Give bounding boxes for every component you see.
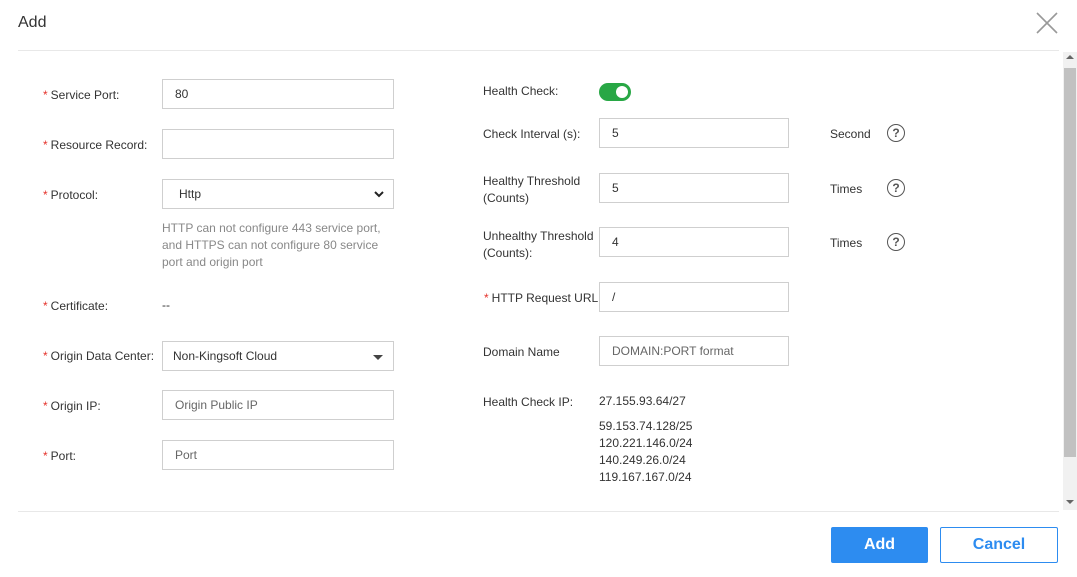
health-check-ip-list: 59.153.74.128/25 120.221.146.0/24 140.24… [599,418,692,486]
cancel-button[interactable]: Cancel [940,527,1058,563]
scrollbar-thumb[interactable] [1064,68,1076,457]
resource-record-label: * Resource Record: [43,138,148,152]
healthy-threshold-input[interactable]: 5 [599,173,789,203]
resource-record-input[interactable] [162,129,394,159]
domain-name-input[interactable]: DOMAIN:PORT format [599,336,789,366]
add-button[interactable]: Add [831,527,928,563]
chevron-down-icon [374,191,384,198]
service-port-input[interactable]: 80 [162,79,394,109]
health-check-ip-item: 120.221.146.0/24 [599,436,693,450]
port-label: * Port: [43,449,77,463]
help-icon[interactable]: ? [887,179,905,197]
protocol-hint: HTTP can not configure 443 service port,… [162,221,381,269]
port-input[interactable]: Port [162,440,394,470]
toggle-knob [616,86,628,98]
service-port-label: * Service Port: [43,88,120,102]
header-divider [18,50,1059,51]
health-check-ip-item: 59.153.74.128/25 [599,419,693,433]
origin-ip-label: * Origin IP: [43,399,101,413]
health-check-ip-label: Health Check IP: [483,395,574,409]
healthy-threshold-unit: Times [830,182,863,196]
http-request-url-input[interactable]: / [599,282,789,312]
help-icon[interactable]: ? [887,124,905,142]
help-icon[interactable]: ? [887,233,905,251]
health-check-label: Health Check: [483,84,559,98]
unhealthy-threshold-input[interactable]: 4 [599,227,789,257]
health-check-ip-item: 27.155.93.64/27 [599,394,686,408]
certificate-label: * Certificate: [43,299,109,313]
origin-data-center-select[interactable]: Non-Kingsoft Cloud [162,341,394,371]
domain-name-label: Domain Name [483,345,560,359]
dialog-title: Add [18,14,47,31]
health-check-toggle[interactable] [599,83,631,101]
unhealthy-threshold-label: Unhealthy Threshold (Counts): [483,229,594,260]
add-dialog: Add * Service Port: 80 * Resource Record: … [0,0,1077,577]
health-check-ip-item: 140.249.26.0/24 [599,453,686,467]
protocol-label: * Protocol: [43,188,99,202]
caret-down-icon [373,355,383,360]
protocol-value: Http [179,187,202,201]
certificate-value: -- [162,298,170,312]
origin-ip-input[interactable]: Origin Public IP [162,390,394,420]
origin-data-center-label: * Origin Data Center: [43,349,155,363]
http-request-url-label: * HTTP Request URL [484,291,599,305]
check-interval-label: Check Interval (s): [483,127,581,141]
footer-divider [18,511,1059,512]
check-interval-unit: Second [830,127,871,141]
scroll-down-arrow-icon[interactable] [1066,500,1074,504]
healthy-threshold-label: Healthy Threshold (Counts) [483,174,581,205]
health-check-ip-item: 119.167.167.0/24 [599,470,692,484]
unhealthy-threshold-unit: Times [830,236,863,250]
check-interval-input[interactable]: 5 [599,118,789,148]
scroll-up-arrow-icon[interactable] [1066,55,1074,59]
close-icon[interactable] [1034,10,1060,36]
origin-data-center-value: Non-Kingsoft Cloud [173,349,278,363]
protocol-select[interactable]: Http [162,179,394,209]
